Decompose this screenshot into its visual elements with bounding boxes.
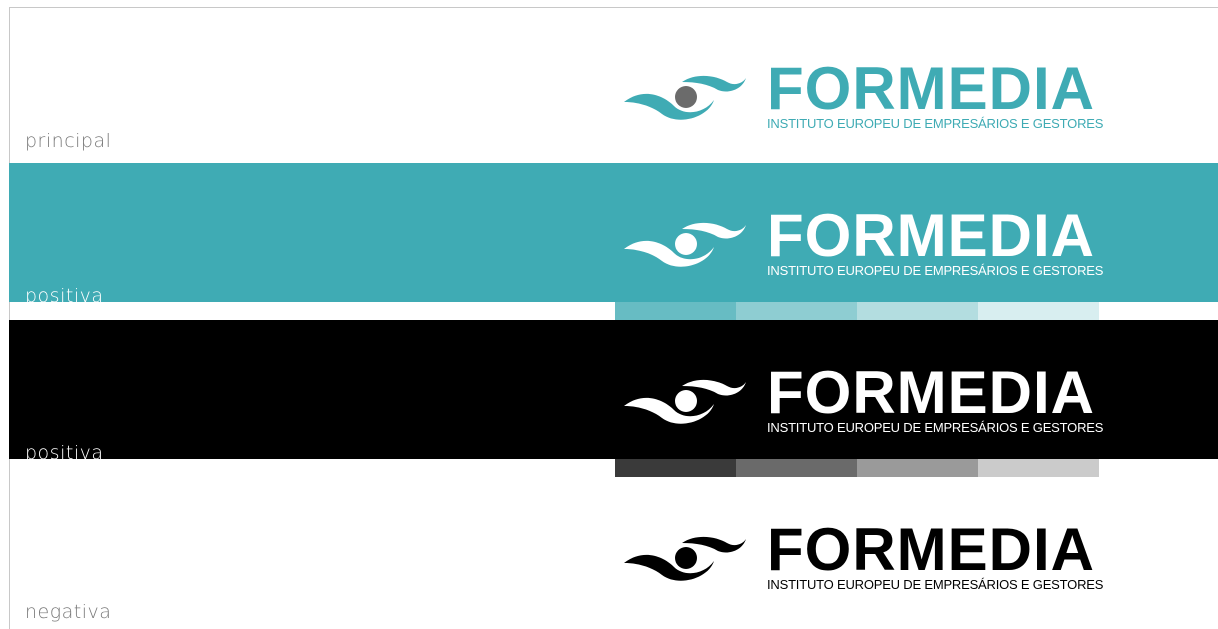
eye-wave-icon [624, 222, 746, 267]
variant-label: principal [25, 130, 112, 152]
logo-wordmark: FORMEDIA [767, 516, 1095, 583]
formedia-logo: FORMEDIA INSTITUTO EUROPEU DE EMPRESÁRIO… [622, 202, 1104, 285]
teal-swatch-2 [736, 302, 857, 320]
formedia-logo: FORMEDIA INSTITUTO EUROPEU DE EMPRESÁRIO… [622, 55, 1104, 138]
gray-swatch-1 [615, 459, 736, 477]
teal-swatches [615, 302, 1099, 320]
variant-label: negativa [25, 601, 112, 623]
variant-positiva-teal: FORMEDIA INSTITUTO EUROPEU DE EMPRESÁRIO… [9, 163, 1218, 307]
gray-swatches [615, 459, 1099, 477]
variant-label: positiva [25, 285, 104, 307]
gray-swatch-4 [978, 459, 1099, 477]
variant-positiva-black: FORMEDIA INSTITUTO EUROPEU DE EMPRESÁRIO… [9, 320, 1218, 464]
logo-wordmark: FORMEDIA [767, 55, 1095, 122]
eye-wave-icon [624, 75, 746, 120]
logo-tagline: INSTITUTO EUROPEU DE EMPRESÁRIOS E GESTO… [767, 263, 1104, 278]
variant-principal: FORMEDIA INSTITUTO EUROPEU DE EMPRESÁRIO… [9, 8, 1218, 163]
formedia-logo: FORMEDIA INSTITUTO EUROPEU DE EMPRESÁRIO… [622, 516, 1104, 599]
logo-tagline: INSTITUTO EUROPEU DE EMPRESÁRIOS E GESTO… [767, 577, 1104, 592]
logo-wordmark: FORMEDIA [767, 359, 1095, 426]
teal-swatch-3 [857, 302, 978, 320]
formedia-logo: FORMEDIA INSTITUTO EUROPEU DE EMPRESÁRIO… [622, 359, 1104, 442]
teal-swatch-4 [978, 302, 1099, 320]
variant-label: positiva [25, 442, 104, 464]
logo-tagline: INSTITUTO EUROPEU DE EMPRESÁRIOS E GESTO… [767, 420, 1104, 435]
gray-swatch-3 [857, 459, 978, 477]
eye-wave-icon [624, 379, 746, 424]
eye-wave-icon [624, 536, 746, 581]
gray-swatch-2 [736, 459, 857, 477]
logo-wordmark: FORMEDIA [767, 202, 1095, 269]
logo-tagline: INSTITUTO EUROPEU DE EMPRESÁRIOS E GESTO… [767, 116, 1104, 131]
teal-swatch-1 [615, 302, 736, 320]
variant-negativa: FORMEDIA INSTITUTO EUROPEU DE EMPRESÁRIO… [9, 477, 1218, 629]
